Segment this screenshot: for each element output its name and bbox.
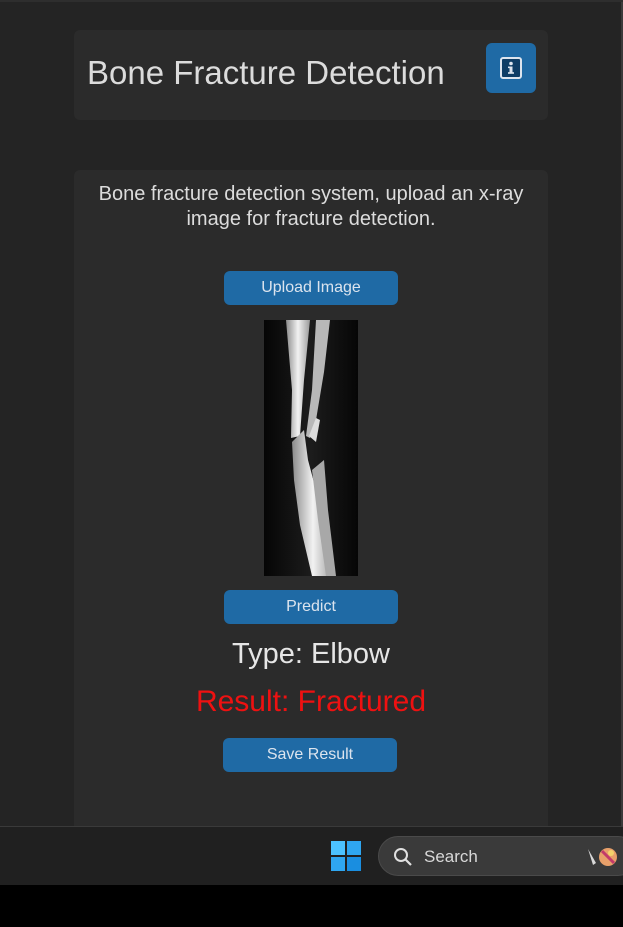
upload-image-button[interactable]: Upload Image <box>224 271 398 305</box>
taskbar: Search <box>0 826 623 885</box>
type-label: Type: Elbow <box>232 638 390 670</box>
search-highlight-icon <box>588 848 617 866</box>
predict-button[interactable]: Predict <box>224 590 398 624</box>
windows-start-icon[interactable] <box>330 840 362 872</box>
xray-image <box>264 320 358 576</box>
result-label: Result: Fractured <box>195 685 427 718</box>
header-card: Bone Fracture Detection <box>74 30 548 120</box>
search-icon <box>394 848 412 866</box>
taskbar-search-box[interactable]: Search <box>378 836 623 876</box>
search-label: Search <box>424 847 478 866</box>
save-result-button[interactable]: Save Result <box>223 738 397 772</box>
main-card: Bone fracture detection system, upload a… <box>74 170 548 870</box>
info-button[interactable] <box>486 43 536 93</box>
app-title: Bone Fracture Detection <box>87 54 445 91</box>
app-window: Bone Fracture Detection Bone fracture de… <box>0 0 623 870</box>
description-text: Bone fracture detection system, upload a… <box>98 183 524 230</box>
info-icon <box>500 57 522 79</box>
